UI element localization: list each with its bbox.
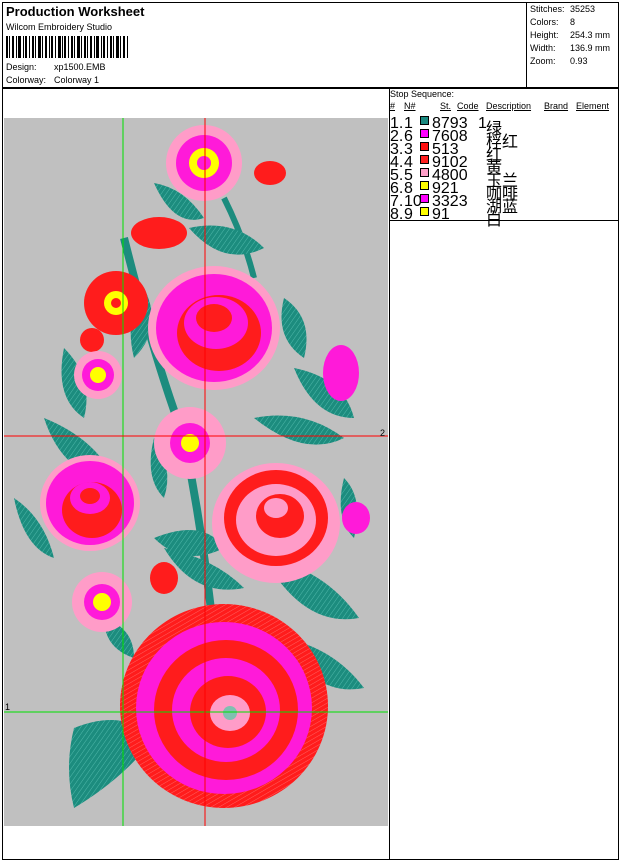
row-number: 8. xyxy=(390,206,404,223)
bud-1 xyxy=(254,161,286,185)
col-n: N# xyxy=(404,101,416,111)
stat-colors: Colors: 8 xyxy=(530,17,576,27)
rose-bottom xyxy=(120,604,328,808)
stat-stitches: Stitches: 35253 xyxy=(530,4,596,14)
col-description: Description xyxy=(486,101,532,111)
color-swatch xyxy=(420,116,429,125)
guide-label-red: 2 xyxy=(380,428,386,438)
rose-left xyxy=(40,455,140,551)
stat-width: Width: 136.9 mm xyxy=(530,43,611,53)
table-row: 4. 4 9102 黄 xyxy=(390,153,618,177)
table-row: 1. 1 8793 1 绿 xyxy=(390,114,618,138)
flower-red-daisy xyxy=(84,271,148,335)
rose-right xyxy=(212,463,340,583)
flower-small-left xyxy=(74,351,122,399)
color-swatch xyxy=(420,194,429,203)
bud-2 xyxy=(131,217,187,249)
stat-height: Height: 254.3 mm xyxy=(530,30,611,40)
color-swatch xyxy=(420,181,429,190)
color-swatch xyxy=(420,142,429,151)
app-name: Wilcom Embroidery Studio xyxy=(6,22,113,32)
bud-6 xyxy=(80,328,104,352)
bud-3 xyxy=(323,345,359,401)
row-code: 91 xyxy=(432,206,450,223)
design-label: Design: xyxy=(6,62,37,72)
stop-sequence-divider xyxy=(389,220,619,221)
stat-zoom: Zoom: 0.93 xyxy=(530,56,588,66)
barcode-image xyxy=(6,36,128,58)
colorway-value: Colorway 1 xyxy=(54,75,100,85)
col-element: Element xyxy=(576,101,610,111)
color-swatch xyxy=(420,207,429,216)
table-row: 8. 9 91 白 xyxy=(390,205,618,229)
row-needle: 9 xyxy=(404,206,413,223)
table-row: 2. 6 7608 桴红 xyxy=(390,127,618,151)
flower-top xyxy=(166,125,242,201)
color-swatch xyxy=(420,129,429,138)
design-value: xp1500.EMB xyxy=(54,62,106,72)
col-num: # xyxy=(390,101,396,111)
table-row: 7. 10 3323 湖蓝 xyxy=(390,192,618,216)
col-st: St. xyxy=(440,101,452,111)
design-row: Design: xp1500.EMB xyxy=(6,62,106,72)
stats-divider xyxy=(526,2,527,89)
color-swatch xyxy=(420,155,429,164)
bud-5 xyxy=(342,502,370,534)
bud-4 xyxy=(150,562,178,594)
table-row: 5. 5 4800 玉兰 xyxy=(390,166,618,190)
design-stats: Stitches: 35253 Colors: 8 Height: 254.3 mm … xyxy=(530,4,611,69)
table-row: 3. 3 513 红 xyxy=(390,140,618,164)
colorway-label: Colorway: xyxy=(6,75,47,85)
embroidery-design xyxy=(4,118,388,826)
guide-label-green: 1 xyxy=(5,702,11,712)
design-canvas xyxy=(4,118,388,826)
colorway-row: Colorway: Colorway 1 xyxy=(6,75,99,85)
table-row: 6. 8 921 咖啡 xyxy=(390,179,618,203)
col-code: Code xyxy=(457,101,479,111)
rose-upper xyxy=(148,266,280,390)
flower-pink-center xyxy=(154,407,226,479)
color-swatch xyxy=(420,168,429,177)
col-brand: Brand xyxy=(544,101,569,111)
worksheet-title: Production Worksheet xyxy=(6,4,145,19)
row-description: 白 xyxy=(486,212,503,229)
stop-sequence-title: Stop Sequence: xyxy=(390,89,455,99)
